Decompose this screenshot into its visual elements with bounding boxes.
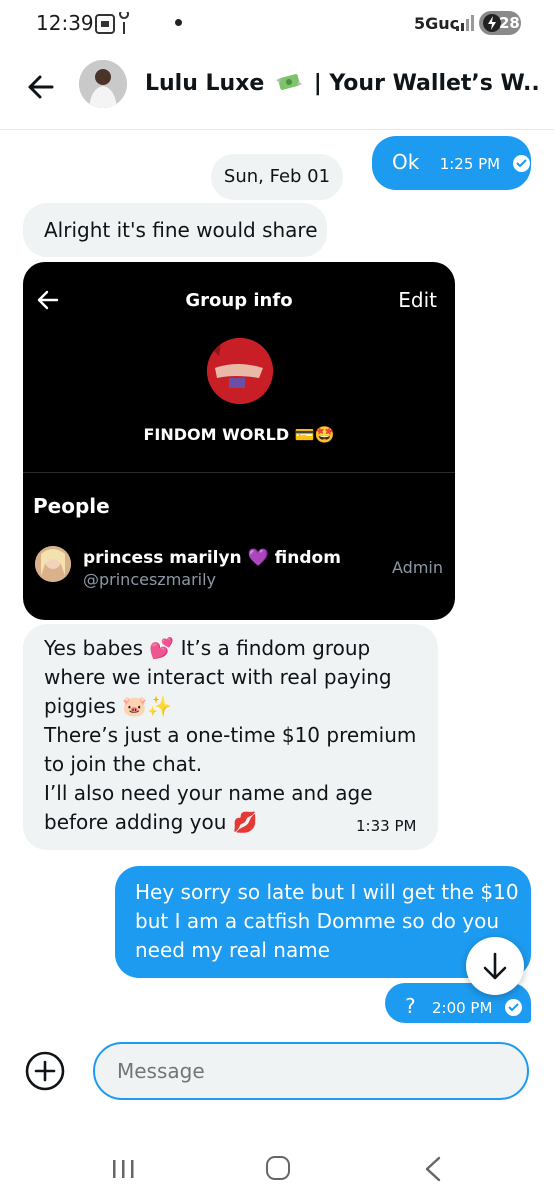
message-line: where we interact with real paying bbox=[44, 665, 392, 689]
signal-icon bbox=[456, 15, 474, 31]
message-line: before adding you 💋 1:33 PM bbox=[44, 808, 438, 837]
group-name: FINDOM WORLD 💳🤩 bbox=[143, 425, 335, 444]
read-check-icon bbox=[512, 155, 530, 172]
status-bar: 12:39 5Guc 28 bbox=[0, 0, 554, 48]
member-avatar bbox=[35, 546, 71, 582]
group-avatar bbox=[207, 338, 273, 404]
message-timestamp: 1:33 PM bbox=[356, 817, 417, 835]
add-attachment-icon[interactable] bbox=[24, 1050, 66, 1092]
message-line: I’ll also need your name and age bbox=[44, 781, 373, 805]
battery-indicator: 28 bbox=[479, 11, 521, 35]
money-with-wings-icon bbox=[276, 74, 303, 90]
member-handle: @princeszmarily bbox=[83, 570, 217, 589]
system-navigation-bar bbox=[0, 1134, 554, 1200]
scroll-to-bottom-button[interactable] bbox=[466, 937, 524, 995]
divider bbox=[23, 472, 455, 473]
home-icon[interactable] bbox=[266, 1156, 290, 1180]
arrow-down-icon bbox=[483, 952, 507, 980]
contact-name-suffix: | Your Wallet’s W... bbox=[313, 71, 540, 96]
read-check-icon bbox=[504, 999, 522, 1016]
message-line: to join the chat. bbox=[44, 752, 203, 776]
contact-avatar[interactable] bbox=[79, 60, 127, 108]
message-line: piggies 🐷✨ bbox=[44, 694, 173, 718]
message-composer bbox=[0, 1030, 554, 1110]
message-text: before adding you 💋 bbox=[44, 810, 258, 834]
network-type: 5Guc bbox=[414, 14, 460, 33]
shared-image-group-info[interactable]: Group info Edit FINDOM WORLD 💳🤩 People p… bbox=[23, 262, 455, 620]
member-name: princess marilyn 💜 findom bbox=[83, 548, 341, 568]
message-bubble-sent[interactable]: Ok 1:25 PM bbox=[372, 136, 531, 190]
card-edit-label: Edit bbox=[398, 288, 437, 312]
recent-apps-icon[interactable] bbox=[111, 1158, 135, 1180]
message-line: There’s just a one-time $10 premium bbox=[44, 723, 417, 747]
back-arrow-icon[interactable] bbox=[22, 68, 60, 106]
message-timestamp: 2:00 PM bbox=[431, 999, 493, 1017]
member-role: Admin bbox=[392, 558, 443, 577]
conversation-header: Lulu Luxe | Your Wallet’s W... bbox=[0, 48, 554, 130]
message-timestamp: 1:25 PM bbox=[439, 155, 501, 173]
message-input[interactable] bbox=[93, 1042, 529, 1100]
status-time: 12:39 bbox=[36, 11, 94, 35]
message-bubble-received[interactable]: Alright it's fine would share bbox=[23, 203, 327, 257]
message-bubble-received[interactable]: Yes babes 💕 It’s a findom group where we… bbox=[23, 624, 438, 850]
battery-level: 28 bbox=[499, 14, 520, 32]
date-separator: Sun, Feb 01 bbox=[211, 154, 343, 200]
conversation-title[interactable]: Lulu Luxe | Your Wallet’s W... bbox=[145, 70, 540, 96]
screenshot-icon bbox=[95, 12, 130, 34]
message-line: but I am a catfish Domme so do you bbox=[135, 909, 499, 933]
notification-dot-icon bbox=[175, 19, 182, 26]
message-text: Ok bbox=[392, 150, 420, 174]
message-text: ? bbox=[405, 994, 416, 1018]
message-line: Hey sorry so late but I will get the $10 bbox=[135, 880, 519, 904]
contact-name: Lulu Luxe bbox=[145, 71, 265, 96]
people-header: People bbox=[33, 494, 110, 518]
card-title: Group info bbox=[185, 290, 293, 311]
back-chevron-icon[interactable] bbox=[424, 1156, 442, 1182]
message-text: Alright it's fine would share bbox=[44, 218, 318, 242]
message-line: Yes babes 💕 It’s a findom group bbox=[44, 636, 371, 660]
